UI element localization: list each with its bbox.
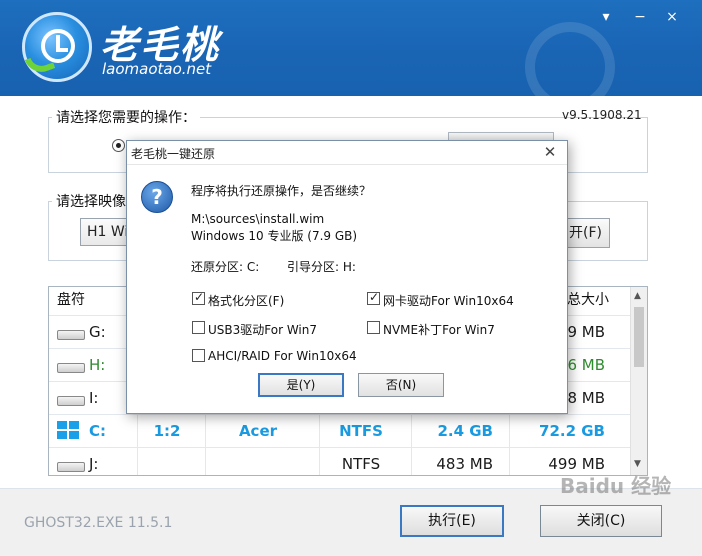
table-scrollbar[interactable]: ▲ ▼ [630,287,647,475]
nvme-patch-label: NVME补丁For Win7 [383,323,495,337]
nvme-patch-checkbox[interactable] [367,321,380,334]
scroll-down-icon[interactable]: ▼ [634,459,641,469]
scroll-up-icon[interactable]: ▲ [634,291,641,301]
restore-watermark-icon [525,22,615,96]
question-icon: ? [141,181,173,213]
drive-icon [57,462,85,472]
cell-used: 483 MB [436,455,493,473]
cell-total: 72.2 GB [539,422,605,440]
cell-letter: G: [89,323,106,341]
header-total-size: 总大小 [567,292,609,308]
table-row[interactable]: C: 1:2 Acer NTFS 2.4 GB 72.2 GB [49,415,631,448]
cell-letter: C: [89,422,107,440]
drive-icon [57,396,85,406]
boot-partition: 引导分区: H: [287,260,356,274]
dialog-titlebar: 老毛桃一键还原 ✕ [127,141,567,165]
cell-used: 2.4 GB [437,422,493,440]
no-button[interactable]: 否(N) [358,373,444,397]
ahci-raid-label: AHCI/RAID For Win10x64 [208,349,357,363]
close-button[interactable]: 关闭(C) [540,505,662,537]
app-header: 老毛桃 laomaotao.net ▾ − × [0,0,702,96]
cell-fs: NTFS [341,455,381,473]
cell-col3: Acer [238,422,278,440]
image-select[interactable]: H1 Wi [80,218,132,246]
yes-button[interactable]: 是(Y) [258,373,344,397]
scroll-thumb[interactable] [634,307,644,367]
cell-letter: J: [89,455,99,473]
nic-driver-label: 网卡驱动For Win10x64 [383,294,514,308]
restore-partition: 还原分区: C: [191,260,260,274]
baidu-watermark: Baidu 经验 [560,474,672,498]
cell-letter: H: [89,356,106,374]
execute-button[interactable]: 执行(E) [400,505,504,537]
cell-col2: 1:2 [153,422,181,440]
cell-fs: NTFS [339,422,383,440]
dialog-title: 老毛桃一键还原 [131,147,216,161]
operation-legend: 请选择您需要的操作： [52,107,200,127]
image-path: M:\sources\install.wim [191,212,325,226]
header-drive: 盘符 [57,292,85,308]
logo-icon [22,12,92,82]
usb3-driver-checkbox[interactable] [192,321,205,334]
nic-driver-checkbox[interactable] [367,290,380,305]
minimize-button[interactable]: − [624,6,656,28]
format-checkbox[interactable] [192,290,205,305]
cell-letter: I: [89,389,99,407]
table-row[interactable]: J: NTFS 483 MB 499 MB [49,448,631,475]
image-legend: 请选择映像 [52,191,130,211]
restore-confirm-dialog: 老毛桃一键还原 ✕ ? 程序将执行还原操作，是否继续？ M:\sources\i… [126,140,568,414]
drive-icon [57,363,85,373]
windows-icon [57,421,81,441]
format-label: 格式化分区(F) [208,294,285,308]
version-label: v9.5.1908.21 [562,108,642,122]
ghost-version: GHOST32.EXE 11.5.1 [24,515,173,531]
close-window-button[interactable]: × [656,6,688,28]
brand-url: laomaotao.net [102,60,212,78]
dialog-close-icon[interactable]: ✕ [541,143,559,161]
ahci-raid-checkbox[interactable] [192,349,205,362]
image-edition: Windows 10 专业版 (7.9 GB) [191,229,358,243]
usb3-driver-label: USB3驱动For Win7 [208,323,318,337]
restore-radio[interactable] [112,139,125,152]
dropdown-menu-icon[interactable]: ▾ [590,6,622,28]
drive-icon [57,330,85,340]
dialog-question: 程序将执行还原操作，是否继续？ [191,184,372,198]
